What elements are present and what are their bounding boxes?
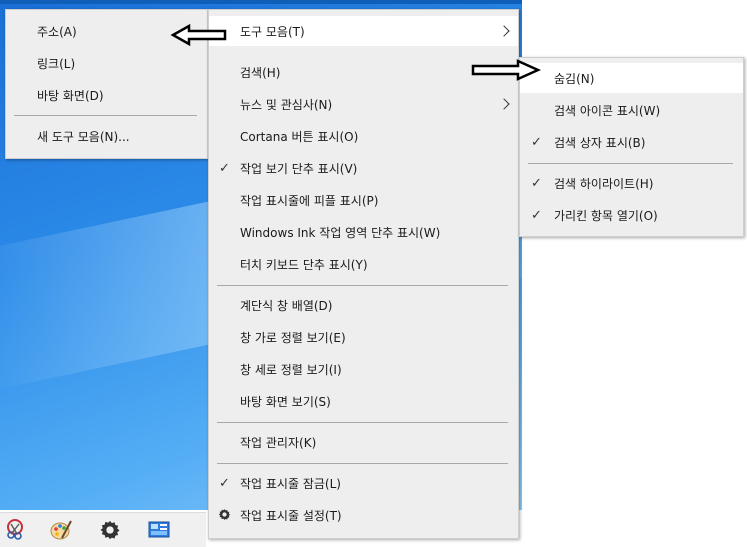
menu-item-show-desktop[interactable]: 바탕 화면 보기(S) bbox=[209, 386, 518, 416]
menu-item-open-on-hover[interactable]: ✓ 가리킨 항목 열기(O) bbox=[520, 200, 743, 230]
taskbar-context-menu: 도구 모음(T) 검색(H) 뉴스 및 관심사(N) Cortana 버튼 표시… bbox=[208, 9, 519, 539]
chevron-right-icon bbox=[498, 25, 510, 37]
menu-item-label: 창 세로 정렬 보기(I) bbox=[240, 362, 342, 377]
menu-item-label: 새 도구 모음(N)... bbox=[37, 129, 130, 144]
menu-item-cortana[interactable]: Cortana 버튼 표시(O) bbox=[209, 121, 518, 151]
menu-item-toolbars[interactable]: 도구 모음(T) bbox=[209, 16, 518, 46]
menu-item-touch-keyboard[interactable]: 터치 키보드 단추 표시(Y) bbox=[209, 249, 518, 279]
menu-item-search-highlights[interactable]: ✓ 검색 하이라이트(H) bbox=[520, 168, 743, 198]
menu-item-cascade[interactable]: 계단식 창 배열(D) bbox=[209, 290, 518, 320]
snipping-tool-icon[interactable] bbox=[2, 517, 28, 543]
checkmark-icon: ✓ bbox=[219, 160, 230, 176]
menu-item-people[interactable]: 작업 표시줄에 피플 표시(P) bbox=[209, 185, 518, 215]
menu-item-label: 주소(A) bbox=[37, 24, 77, 39]
menu-item-label: 검색 하이라이트(H) bbox=[554, 176, 654, 191]
menu-item-news-interests[interactable]: 뉴스 및 관심사(N) bbox=[209, 89, 518, 119]
menu-item-label: 계단식 창 배열(D) bbox=[240, 298, 333, 313]
menu-item-label: 바탕 화면 보기(S) bbox=[240, 394, 331, 409]
search-submenu: 숨김(N) 검색 아이콘 표시(W) ✓ 검색 상자 표시(B) ✓ 검색 하이… bbox=[519, 57, 744, 237]
checkmark-icon: ✓ bbox=[531, 207, 542, 223]
menu-item-label: 창 가로 정렬 보기(E) bbox=[240, 330, 346, 345]
menu-item-label: 터치 키보드 단추 표시(Y) bbox=[240, 257, 368, 272]
menu-item-show-search-box[interactable]: ✓ 검색 상자 표시(B) bbox=[520, 127, 743, 157]
menu-separator bbox=[528, 163, 733, 164]
menu-item-task-view[interactable]: ✓ 작업 보기 단추 표시(V) bbox=[209, 153, 518, 183]
checkmark-icon: ✓ bbox=[531, 175, 542, 191]
gear-icon bbox=[218, 508, 231, 524]
menu-item-hidden[interactable]: 숨김(N) bbox=[520, 63, 743, 93]
menu-item-label: Windows Ink 작업 영역 단추 표시(W) bbox=[240, 225, 441, 240]
menu-item-windows-ink[interactable]: Windows Ink 작업 영역 단추 표시(W) bbox=[209, 217, 518, 247]
menu-item-desktop[interactable]: 바탕 화면(D) bbox=[6, 80, 207, 110]
menu-item-label: 가리킨 항목 열기(O) bbox=[554, 208, 658, 223]
menu-item-label: 작업 표시줄 잠금(L) bbox=[240, 476, 341, 491]
paint-icon[interactable] bbox=[48, 517, 74, 543]
settings-gear-icon[interactable] bbox=[97, 517, 123, 543]
menu-item-side-by-side[interactable]: 창 세로 정렬 보기(I) bbox=[209, 354, 518, 384]
menu-separator bbox=[14, 115, 197, 116]
window-top-edge bbox=[0, 0, 522, 4]
chevron-right-icon bbox=[498, 98, 510, 110]
menu-item-links[interactable]: 링크(L) bbox=[6, 48, 207, 78]
menu-item-label: Cortana 버튼 표시(O) bbox=[240, 129, 359, 144]
menu-item-label: 도구 모음(T) bbox=[240, 24, 305, 39]
taskbar bbox=[0, 512, 206, 547]
menu-item-new-toolbar[interactable]: 새 도구 모음(N)... bbox=[6, 121, 207, 151]
menu-separator bbox=[217, 463, 508, 464]
menu-item-label: 작업 보기 단추 표시(V) bbox=[240, 161, 358, 176]
menu-item-label: 작업 관리자(K) bbox=[240, 435, 317, 450]
menu-item-label: 작업 표시줄에 피플 표시(P) bbox=[240, 193, 379, 208]
menu-item-label: 검색(H) bbox=[240, 65, 281, 80]
menu-item-label: 작업 표시줄 설정(T) bbox=[240, 508, 342, 523]
checkmark-icon: ✓ bbox=[531, 134, 542, 150]
control-panel-icon[interactable] bbox=[146, 517, 172, 543]
menu-item-label: 링크(L) bbox=[37, 56, 76, 71]
menu-item-task-manager[interactable]: 작업 관리자(K) bbox=[209, 427, 518, 457]
menu-item-label: 바탕 화면(D) bbox=[37, 88, 104, 103]
annotation-arrow-left-icon bbox=[170, 24, 227, 46]
menu-separator bbox=[217, 422, 508, 423]
menu-item-label: 검색 상자 표시(B) bbox=[554, 135, 646, 150]
menu-separator bbox=[217, 285, 508, 286]
menu-item-show-search-icon[interactable]: 검색 아이콘 표시(W) bbox=[520, 95, 743, 125]
menu-item-taskbar-settings[interactable]: 작업 표시줄 설정(T) bbox=[209, 500, 518, 530]
menu-item-label: 검색 아이콘 표시(W) bbox=[554, 103, 661, 118]
annotation-arrow-right-icon bbox=[471, 59, 542, 81]
checkmark-icon: ✓ bbox=[219, 475, 230, 491]
menu-item-lock-taskbar[interactable]: ✓ 작업 표시줄 잠금(L) bbox=[209, 468, 518, 498]
menu-item-stacked[interactable]: 창 가로 정렬 보기(E) bbox=[209, 322, 518, 352]
menu-item-label: 숨김(N) bbox=[554, 71, 595, 86]
menu-item-label: 뉴스 및 관심사(N) bbox=[240, 97, 333, 112]
